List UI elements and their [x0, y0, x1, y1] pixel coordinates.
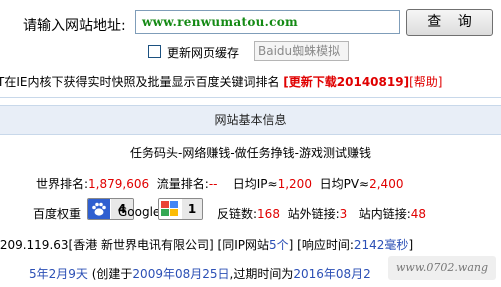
- engine-select[interactable]: Baidu蜘蛛模拟: [254, 41, 349, 61]
- url-input[interactable]: www.renwumatou.com: [135, 10, 400, 34]
- expire-date: 2016年08月2: [293, 267, 371, 281]
- section-header: 网站基本信息: [0, 105, 501, 135]
- stats-row: 世界排名:1,879,606 流量排名:-- 日均IP≈1,200 日均PV≈2…: [36, 175, 403, 192]
- notice-text: T在IE内核下获得实时快照及批量显示百度关键词排名: [0, 75, 280, 89]
- inbound-label: 站内链接:: [358, 207, 411, 221]
- url-label: 请输入网站地址:: [23, 18, 126, 34]
- world-rank-value[interactable]: 1,879,606: [88, 177, 149, 191]
- response-suffix: ]: [408, 238, 414, 252]
- baidu-paw-icon: [88, 199, 110, 219]
- outbound-value[interactable]: 3: [340, 207, 348, 221]
- download-link[interactable]: [更新下载20140819]: [283, 75, 409, 89]
- backlinks-value[interactable]: 168: [257, 207, 280, 221]
- links-row: 反链数:168 站外链接:3 站内链接:48: [217, 205, 426, 222]
- response-label: [响应时间:: [297, 238, 354, 252]
- traffic-rank-value[interactable]: --: [209, 177, 218, 191]
- same-ip-link[interactable]: 5个: [269, 238, 289, 252]
- daily-ip-value: 1,200: [277, 177, 312, 191]
- outbound-label: 站外链接:: [287, 207, 340, 221]
- baidu-weight-label: 百度权重: [33, 207, 82, 221]
- world-rank-label: 世界排名:: [36, 177, 89, 191]
- divider: [0, 97, 501, 98]
- google-label: Google: [118, 205, 161, 219]
- domain-age: 5年2月9天: [29, 267, 88, 281]
- inbound-value[interactable]: 48: [411, 207, 426, 221]
- backlinks-label: 反链数:: [217, 207, 258, 221]
- query-button[interactable]: 查 询: [406, 9, 493, 36]
- google-icon: [159, 199, 181, 219]
- watermark: www.0702.wang: [388, 256, 496, 280]
- traffic-rank-label: 流量排名:: [156, 177, 209, 191]
- daily-pv-label: 日均PV≈: [319, 177, 370, 191]
- response-value: 2142毫秒: [353, 238, 409, 252]
- ip-text: .209.119.63[香港 新世界电讯有限公司]: [0, 238, 214, 252]
- refresh-cache-label: 更新网页缓存: [167, 46, 240, 60]
- daily-ip-label: 日均IP≈: [232, 177, 278, 191]
- google-pr-value: 1: [182, 199, 202, 219]
- notice-line: T在IE内核下获得实时快照及批量显示百度关键词排名 [更新下载20140819]…: [0, 73, 442, 90]
- created-prefix: (创建于: [91, 267, 133, 281]
- daily-pv-value: 2,400: [369, 177, 404, 191]
- refresh-cache-checkbox[interactable]: [148, 45, 161, 58]
- expire-prefix: ,过期时间为: [229, 267, 294, 281]
- help-link[interactable]: [帮助]: [409, 75, 442, 89]
- same-ip-prefix: [同IP网站: [217, 238, 269, 252]
- same-ip-suffix: ]: [288, 238, 294, 252]
- created-date: 2009年08月25日: [132, 267, 230, 281]
- site-title: 任务码头-网络赚钱-做任务挣钱-游戏测试赚钱: [130, 146, 371, 160]
- google-pr-badge[interactable]: 1: [158, 198, 203, 220]
- domain-row: 5年2月9天 (创建于2009年08月25日,过期时间为2016年08月2: [29, 265, 371, 282]
- server-row: .209.119.63[香港 新世界电讯有限公司] [同IP网站5个] [响应时…: [0, 236, 413, 253]
